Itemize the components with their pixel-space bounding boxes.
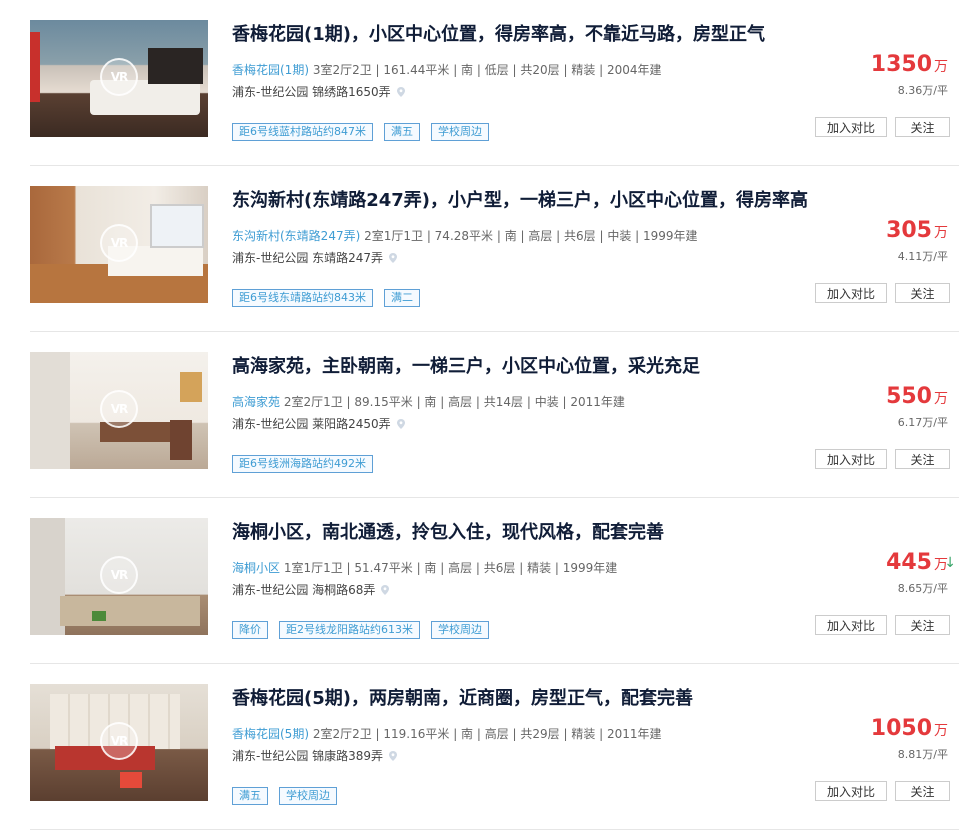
community-link[interactable]: 高海家苑 <box>232 395 280 409</box>
listing-location: 浦东-世纪公园 锦绣路1650弄 <box>232 83 405 100</box>
listing-location: 浦东-世纪公园 海桐路68弄 <box>232 581 390 598</box>
total-price: 445 万 ↓ <box>886 550 956 575</box>
tag: 距6号线蓝村路站约847米 <box>232 123 373 141</box>
tag: 满二 <box>384 289 420 307</box>
total-price: 305 万 <box>886 218 948 243</box>
listing-location: 浦东-世纪公园 锦康路389弄 <box>232 747 398 764</box>
tag: 距6号线东靖路站约843米 <box>232 289 373 307</box>
add-compare-button[interactable]: 加入对比 <box>815 615 887 635</box>
listing-info: 东沟新村(东靖路247弄) 2室1厅1卫 | 74.28平米 | 南 | 高层 … <box>232 227 698 244</box>
tag: 降价 <box>232 621 268 639</box>
listing-info: 海桐小区 1室1厅1卫 | 51.47平米 | 南 | 高层 | 共6层 | 精… <box>232 559 617 576</box>
tag-list: 距6号线东靖路站约843米 满二 <box>232 286 431 307</box>
community-link[interactable]: 香梅花园(1期) <box>232 63 309 77</box>
follow-button[interactable]: 关注 <box>895 615 950 635</box>
listing-photo[interactable]: VR <box>30 518 208 635</box>
follow-button[interactable]: 关注 <box>895 283 950 303</box>
tag: 距6号线洲海路站约492米 <box>232 455 373 473</box>
listing-title[interactable]: 东沟新村(东靖路247弄)，小户型，一梯三户，小区中心位置，得房率高 <box>232 186 808 212</box>
house-info: 3室2厅2卫 | 161.44平米 | 南 | 低层 | 共20层 | 精装 |… <box>309 63 662 77</box>
location-text: 浦东-世纪公园 东靖路247弄 <box>232 251 384 265</box>
follow-button[interactable]: 关注 <box>895 117 950 137</box>
tag: 满五 <box>384 123 420 141</box>
follow-button[interactable]: 关注 <box>895 449 950 469</box>
listing-location: 浦东-世纪公园 莱阳路2450弄 <box>232 415 405 432</box>
listing-photo[interactable]: VR <box>30 186 208 303</box>
location-pin-icon <box>396 87 405 97</box>
price-number: 305 <box>886 218 932 243</box>
tag: 学校周边 <box>279 787 337 805</box>
listing-info: 香梅花园(1期) 3室2厅2卫 | 161.44平米 | 南 | 低层 | 共2… <box>232 61 662 78</box>
vr-badge-icon[interactable]: VR <box>100 722 138 760</box>
vr-badge-icon[interactable]: VR <box>100 58 138 96</box>
community-link[interactable]: 东沟新村(东靖路247弄) <box>232 229 360 243</box>
listing-item: VR 海桐小区，南北通透，拎包入住，现代风格，配套完善 海桐小区 1室1厅1卫 … <box>30 498 959 664</box>
arrow-down-icon: ↓ <box>944 555 956 571</box>
listing-photo[interactable]: VR <box>30 352 208 469</box>
vr-badge-icon[interactable]: VR <box>100 224 138 262</box>
total-price: 550 万 <box>886 384 948 409</box>
location-pin-icon <box>389 253 398 263</box>
location-pin-icon <box>381 585 390 595</box>
unit-price: 4.11万/平 <box>897 250 948 263</box>
listing-item: VR 东沟新村(东靖路247弄)，小户型，一梯三户，小区中心位置，得房率高 东沟… <box>30 166 959 332</box>
unit-price: 8.81万/平 <box>897 748 948 761</box>
listing-title[interactable]: 香梅花园(1期)，小区中心位置，得房率高，不靠近马路，房型正气 <box>232 20 765 46</box>
tag-list: 降价 距2号线龙阳路站约613米 学校周边 <box>232 618 500 639</box>
listing-list: VR 香梅花园(1期)，小区中心位置，得房率高，不靠近马路，房型正气 香梅花园(… <box>0 0 974 830</box>
location-text: 浦东-世纪公园 锦绣路1650弄 <box>232 85 391 99</box>
unit-price: 8.65万/平 <box>897 582 948 595</box>
price-number: 1350 <box>870 52 932 77</box>
listing-info: 香梅花园(5期) 2室2厅2卫 | 119.16平米 | 南 | 高层 | 共2… <box>232 725 662 742</box>
listing-photo[interactable]: VR <box>30 20 208 137</box>
community-link[interactable]: 香梅花园(5期) <box>232 727 309 741</box>
listing-title[interactable]: 香梅花园(5期)，两房朝南，近商圈，房型正气，配套完善 <box>232 684 693 710</box>
location-text: 浦东-世纪公园 海桐路68弄 <box>232 583 376 597</box>
listing-item: VR 高海家苑，主卧朝南，一梯三户，小区中心位置，采光充足 高海家苑 2室2厅1… <box>30 332 959 498</box>
tag-list: 满五 学校周边 <box>232 784 348 805</box>
listing-title[interactable]: 海桐小区，南北通透，拎包入住，现代风格，配套完善 <box>232 518 664 544</box>
total-price: 1050 万 <box>871 716 948 741</box>
price-unit: 万 <box>934 723 948 739</box>
price-unit: 万 <box>934 225 948 241</box>
tag: 满五 <box>232 787 268 805</box>
tag: 学校周边 <box>431 621 489 639</box>
location-pin-icon <box>396 419 405 429</box>
price-number: 445 <box>886 550 932 575</box>
add-compare-button[interactable]: 加入对比 <box>815 781 887 801</box>
price-unit: 万 <box>934 59 948 75</box>
unit-price: 6.17万/平 <box>897 416 948 429</box>
price-unit: 万 <box>934 391 948 407</box>
listing-title[interactable]: 高海家苑，主卧朝南，一梯三户，小区中心位置，采光充足 <box>232 352 700 378</box>
house-info: 1室1厅1卫 | 51.47平米 | 南 | 高层 | 共6层 | 精装 | 1… <box>280 561 618 575</box>
location-pin-icon <box>389 751 398 761</box>
listing-info: 高海家苑 2室2厅1卫 | 89.15平米 | 南 | 高层 | 共14层 | … <box>232 393 625 410</box>
house-info: 2室2厅2卫 | 119.16平米 | 南 | 高层 | 共29层 | 精装 |… <box>309 727 662 741</box>
location-text: 浦东-世纪公园 莱阳路2450弄 <box>232 417 391 431</box>
follow-button[interactable]: 关注 <box>895 781 950 801</box>
tag-list: 距6号线洲海路站约492米 <box>232 452 384 473</box>
listing-photo[interactable]: VR <box>30 684 208 801</box>
tag-list: 距6号线蓝村路站约847米 满五 学校周边 <box>232 120 500 141</box>
add-compare-button[interactable]: 加入对比 <box>815 117 887 137</box>
total-price: 1350 万 <box>871 52 948 77</box>
house-info: 2室2厅1卫 | 89.15平米 | 南 | 高层 | 共14层 | 中装 | … <box>280 395 625 409</box>
vr-badge-icon[interactable]: VR <box>100 556 138 594</box>
price-number: 1050 <box>870 716 932 741</box>
price-number: 550 <box>886 384 932 409</box>
house-info: 2室1厅1卫 | 74.28平米 | 南 | 高层 | 共6层 | 中装 | 1… <box>360 229 698 243</box>
tag: 距2号线龙阳路站约613米 <box>279 621 420 639</box>
add-compare-button[interactable]: 加入对比 <box>815 449 887 469</box>
community-link[interactable]: 海桐小区 <box>232 561 280 575</box>
tag: 学校周边 <box>431 123 489 141</box>
listing-location: 浦东-世纪公园 东靖路247弄 <box>232 249 398 266</box>
vr-badge-icon[interactable]: VR <box>100 390 138 428</box>
add-compare-button[interactable]: 加入对比 <box>815 283 887 303</box>
location-text: 浦东-世纪公园 锦康路389弄 <box>232 749 384 763</box>
unit-price: 8.36万/平 <box>897 84 948 97</box>
listing-item: VR 香梅花园(1期)，小区中心位置，得房率高，不靠近马路，房型正气 香梅花园(… <box>30 0 959 166</box>
listing-item: VR 香梅花园(5期)，两房朝南，近商圈，房型正气，配套完善 香梅花园(5期) … <box>30 664 959 830</box>
